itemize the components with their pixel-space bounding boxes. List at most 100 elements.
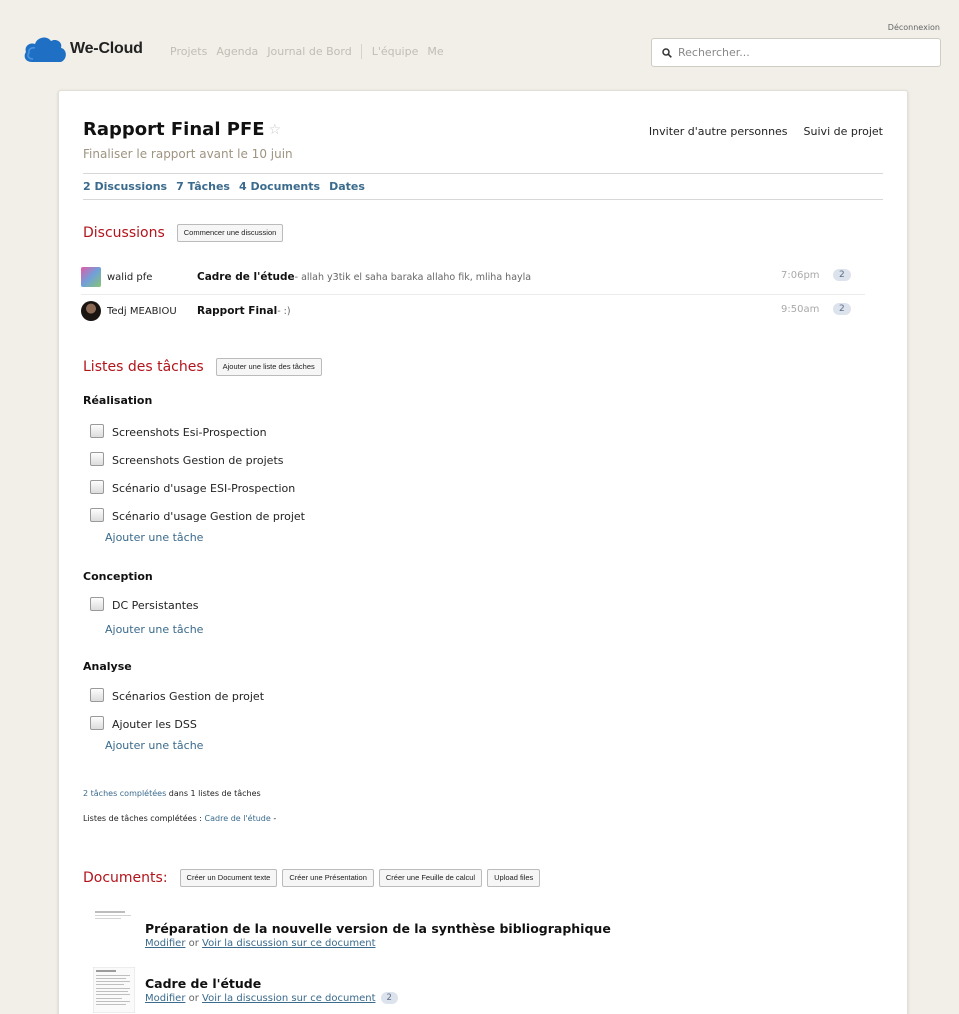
cloud-logo-icon bbox=[24, 37, 66, 62]
completed-tasks-summary: 2 tâches complétées dans 1 listes de tâc… bbox=[83, 789, 261, 798]
task-checkbox[interactable] bbox=[90, 451, 104, 466]
project-counts: 2 Discussions 7 Tâches 4 Documents Dates bbox=[83, 180, 374, 193]
task-checkbox[interactable] bbox=[90, 596, 104, 611]
document-thumbnail[interactable] bbox=[93, 909, 135, 921]
documents-count-link[interactable]: 4 Documents bbox=[239, 180, 320, 193]
search-input[interactable]: Rechercher... bbox=[651, 38, 941, 67]
document-title[interactable]: Cadre de l'étude bbox=[145, 976, 261, 991]
create-text-document-button[interactable]: Créer un Document texte bbox=[179, 869, 278, 887]
document-thumbnail[interactable] bbox=[93, 967, 135, 1013]
divider bbox=[83, 199, 883, 200]
task-label: Screenshots Esi-Prospection bbox=[112, 426, 267, 439]
discussion-excerpt: - :) bbox=[277, 305, 291, 317]
completed-list-link[interactable]: Cadre de l'étude bbox=[205, 814, 271, 823]
brand-name: We-Cloud bbox=[70, 40, 143, 57]
completed-tasks-link[interactable]: 2 tâches complétées bbox=[83, 789, 166, 798]
task-item: DC Persistantes bbox=[90, 596, 199, 612]
task-group-title: Réalisation bbox=[83, 394, 153, 407]
task-label: Scénario d'usage ESI-Prospection bbox=[112, 482, 296, 495]
comment-count-badge: 2 bbox=[833, 303, 851, 315]
project-actions: Inviter d'autre personnes Suivi de proje… bbox=[633, 125, 883, 138]
tracking-link[interactable]: Suivi de projet bbox=[804, 125, 883, 138]
nav-item-agenda[interactable]: Agenda bbox=[216, 45, 258, 59]
completed-lists-label: Listes de tâches complétées : bbox=[83, 814, 205, 823]
task-checkbox[interactable] bbox=[90, 423, 104, 438]
create-spreadsheet-button[interactable]: Créer une Feuille de calcul bbox=[378, 869, 483, 887]
discussion-author: walid pfe bbox=[107, 271, 153, 283]
avatar bbox=[81, 301, 101, 321]
task-item: Ajouter les DSS bbox=[90, 715, 197, 731]
star-icon[interactable]: ☆ bbox=[269, 122, 282, 138]
document-title[interactable]: Préparation de la nouvelle version de la… bbox=[145, 921, 611, 936]
nav-item-projets[interactable]: Projets bbox=[170, 45, 207, 59]
task-checkbox[interactable] bbox=[90, 687, 104, 702]
page-title: Rapport Final PFE ☆ bbox=[83, 119, 281, 140]
task-label: Ajouter les DSS bbox=[112, 718, 197, 731]
documents-heading: Documents: bbox=[83, 869, 168, 886]
avatar bbox=[81, 267, 101, 287]
project-card: Rapport Final PFE ☆ Finaliser le rapport… bbox=[58, 90, 908, 1014]
add-task-link[interactable]: Ajouter une tâche bbox=[105, 531, 203, 544]
discussions-count-link[interactable]: 2 Discussions bbox=[83, 180, 167, 193]
invite-link[interactable]: Inviter d'autre personnes bbox=[649, 125, 788, 138]
brand[interactable]: We-Cloud bbox=[22, 34, 143, 64]
logout-link[interactable]: Déconnexion bbox=[888, 23, 940, 32]
or-text: or bbox=[185, 992, 203, 1004]
discussion-title[interactable]: Cadre de l'étude bbox=[197, 271, 295, 283]
upload-files-button[interactable]: Upload files bbox=[487, 869, 541, 887]
nav-item-me[interactable]: Me bbox=[427, 45, 443, 59]
task-item: Scénarios Gestion de projet bbox=[90, 687, 265, 703]
task-group-title: Analyse bbox=[83, 660, 132, 673]
tasks-heading: Listes des tâches bbox=[83, 358, 204, 375]
task-checkbox[interactable] bbox=[90, 715, 104, 730]
dates-link[interactable]: Dates bbox=[329, 180, 365, 193]
divider bbox=[83, 173, 883, 174]
document-links: Modifier or Voir la discussion sur ce do… bbox=[145, 938, 376, 949]
view-discussion-link[interactable]: Voir la discussion sur ce document bbox=[202, 993, 375, 1004]
comment-count-badge: 2 bbox=[833, 269, 851, 281]
divider bbox=[81, 294, 865, 295]
discussion-row[interactable]: walid pfe Cadre de l'étude - allah y3tik… bbox=[81, 266, 861, 288]
task-checkbox[interactable] bbox=[90, 507, 104, 522]
discussions-heading: Discussions bbox=[83, 224, 165, 241]
documents-section-header: Documents: Créer un Document texte Créer… bbox=[83, 869, 541, 887]
add-task-link[interactable]: Ajouter une tâche bbox=[105, 623, 203, 636]
view-discussion-link[interactable]: Voir la discussion sur ce document bbox=[202, 938, 375, 949]
create-presentation-button[interactable]: Créer une Présentation bbox=[282, 869, 374, 887]
task-label: Scénarios Gestion de projet bbox=[112, 690, 265, 703]
nav-item-journal[interactable]: Journal de Bord bbox=[267, 45, 351, 59]
discussion-author: Tedj MEABIOU bbox=[107, 305, 177, 317]
task-label: Scénario d'usage Gestion de projet bbox=[112, 510, 305, 523]
task-item: Scénario d'usage Gestion de projet bbox=[90, 507, 305, 523]
document-links: Modifier or Voir la discussion sur ce do… bbox=[145, 992, 398, 1004]
search-icon bbox=[662, 47, 672, 58]
nav-item-equipe[interactable]: L'équipe bbox=[372, 45, 419, 59]
discussion-title[interactable]: Rapport Final bbox=[197, 305, 277, 317]
tasks-count-link[interactable]: 7 Tâches bbox=[176, 180, 230, 193]
project-subtitle: Finaliser le rapport avant le 10 juin bbox=[83, 147, 293, 161]
nav-divider bbox=[360, 44, 362, 59]
discussion-excerpt: - allah y3tik el saha baraka allaho fik,… bbox=[294, 271, 532, 283]
task-item: Screenshots Gestion de projets bbox=[90, 451, 284, 467]
start-discussion-button[interactable]: Commencer une discussion bbox=[176, 224, 284, 242]
search-placeholder: Rechercher... bbox=[678, 46, 750, 59]
task-label: Screenshots Gestion de projets bbox=[112, 454, 284, 467]
discussion-time: 9:50am bbox=[781, 304, 820, 315]
top-bar: Déconnexion We-Cloud Projets Agenda Jour… bbox=[0, 0, 959, 80]
task-checkbox[interactable] bbox=[90, 479, 104, 494]
edit-document-link[interactable]: Modifier bbox=[145, 938, 185, 949]
discussion-row[interactable]: Tedj MEABIOU Rapport Final - :) 9:50am 2 bbox=[81, 300, 861, 322]
add-task-list-button[interactable]: Ajouter une liste des tâches bbox=[215, 358, 322, 376]
main-nav: Projets Agenda Journal de Bord L'équipe … bbox=[170, 44, 453, 59]
discussion-time: 7:06pm bbox=[781, 270, 820, 281]
task-item: Scénario d'usage ESI-Prospection bbox=[90, 479, 296, 495]
or-text: or bbox=[185, 938, 203, 949]
add-task-link[interactable]: Ajouter une tâche bbox=[105, 739, 203, 752]
discussions-section-header: Discussions Commencer une discussion bbox=[83, 224, 284, 242]
task-item: Screenshots Esi-Prospection bbox=[90, 423, 267, 439]
tasks-section-header: Listes des tâches Ajouter une liste des … bbox=[83, 358, 322, 376]
comment-count-badge: 2 bbox=[380, 992, 398, 1004]
completed-lists-tail: - bbox=[270, 814, 277, 823]
edit-document-link[interactable]: Modifier bbox=[145, 993, 185, 1004]
completed-lists-summary: Listes de tâches complétées : Cadre de l… bbox=[83, 814, 276, 823]
